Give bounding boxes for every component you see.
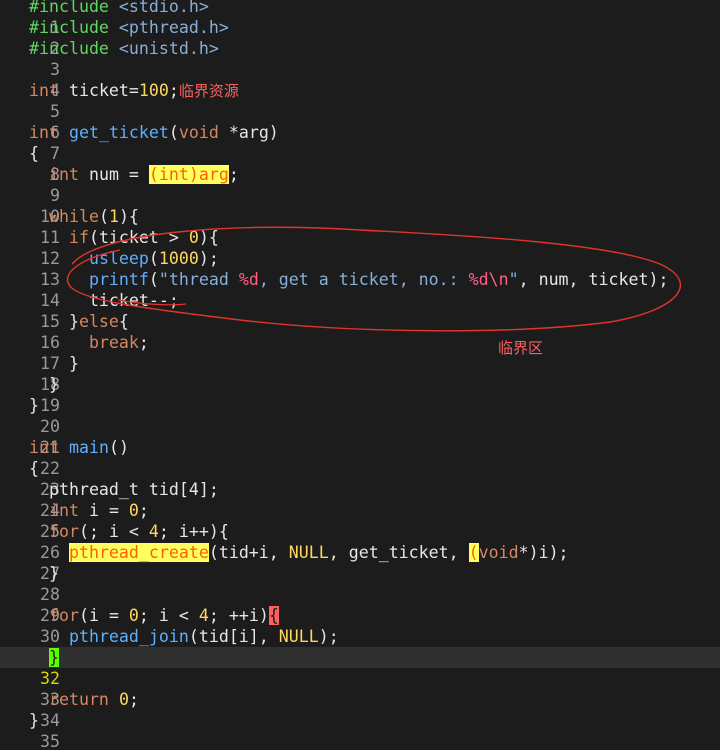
code-line[interactable]: 17 break; xyxy=(0,332,720,373)
line-code: while(1){ xyxy=(48,207,139,226)
code-line[interactable]: 19 } xyxy=(0,374,720,415)
code-line[interactable]: 10 xyxy=(0,185,720,226)
line-number: 35 xyxy=(39,732,60,750)
line-code: for(; i < 4; i++){ xyxy=(48,522,229,541)
code-line[interactable]: 1 #include <stdio.h> xyxy=(0,0,720,37)
code-line[interactable]: 7 int get_ticket(void *arg) xyxy=(0,122,720,163)
code-editor[interactable]: 1 #include <stdio.h> 2 #include <pthread… xyxy=(0,0,720,750)
line-code: int ticket=100;临界资源 xyxy=(29,81,239,100)
code-line[interactable]: 27 pthread_create(tid+i, NULL, get_ticke… xyxy=(0,542,720,583)
code-line[interactable]: 29 xyxy=(0,584,720,625)
matching-brace: { xyxy=(268,606,279,625)
code-line[interactable]: 8 { xyxy=(0,143,720,184)
code-line[interactable]: 13 usleep(1000); xyxy=(0,248,720,289)
code-line[interactable]: 26 for(; i < 4; i++){ xyxy=(0,521,720,562)
code-line[interactable]: 25 int i = 0; xyxy=(0,500,720,541)
line-code: { xyxy=(29,459,39,478)
code-line[interactable]: 2 #include <pthread.h> xyxy=(0,17,720,58)
code-line[interactable]: 23 { xyxy=(0,458,720,499)
line-code: int main() xyxy=(29,438,129,457)
code-line[interactable]: 16 }else{ xyxy=(0,311,720,352)
line-code: #include <pthread.h> xyxy=(29,18,229,37)
line-code: for(i = 0; i < 4; ++i){ xyxy=(48,606,279,625)
line-code: }else{ xyxy=(29,312,129,331)
code-line[interactable]: 20 } xyxy=(0,395,720,436)
line-code: } xyxy=(29,647,59,668)
line-code: int num = (int)arg; xyxy=(48,165,239,184)
code-line[interactable]: 12 if(ticket > 0){ xyxy=(0,227,720,268)
code-line[interactable]: 33 xyxy=(0,668,720,709)
code-line[interactable]: 24 pthread_t tid[4]; xyxy=(0,479,720,520)
line-code: } xyxy=(29,354,79,373)
line-code: pthread_t tid[4]; xyxy=(29,480,219,499)
code-line[interactable]: 22 int main() xyxy=(0,437,720,478)
code-line[interactable]: 9 int num = (int)arg; xyxy=(0,164,720,205)
code-line[interactable]: 21 xyxy=(0,416,720,457)
search-highlight: (int)arg xyxy=(148,165,229,184)
code-line[interactable]: 18 } xyxy=(0,353,720,394)
line-code: int get_ticket(void *arg) xyxy=(29,123,279,142)
code-line[interactable]: 35 } xyxy=(0,710,720,750)
code-line[interactable]: 15 ticket--; xyxy=(0,290,720,331)
line-code: { xyxy=(29,144,39,163)
cursor: } xyxy=(48,648,59,667)
line-code: } xyxy=(29,375,59,394)
line-code: printf("thread %d, get a ticket, no.: %d… xyxy=(88,270,669,289)
line-code: #include <unistd.h> xyxy=(29,39,219,58)
code-line-current[interactable]: 32 } xyxy=(0,647,720,688)
line-code: return 0; xyxy=(48,690,139,709)
code-line[interactable]: 11 while(1){ xyxy=(0,206,720,247)
line-code: pthread_create(tid+i, NULL, get_ticket, … xyxy=(68,543,569,562)
line-code: ticket--; xyxy=(29,291,179,310)
critical-section-label: 临界区 xyxy=(498,339,544,357)
line-code: if(ticket > 0){ xyxy=(68,228,219,247)
code-line[interactable]: 14 printf("thread %d, get a ticket, no.:… xyxy=(0,269,720,310)
critical-resource-note: 临界资源 xyxy=(178,82,239,100)
search-highlight: ( xyxy=(468,543,479,562)
line-code: } xyxy=(29,711,39,730)
code-line[interactable]: 28 } xyxy=(0,563,720,604)
code-line[interactable]: 5 int ticket=100;临界资源 xyxy=(0,80,720,121)
code-line[interactable]: 3 #include <unistd.h> xyxy=(0,38,720,79)
code-line[interactable]: 4 xyxy=(0,59,720,100)
line-code: } xyxy=(29,396,39,415)
code-line[interactable]: 31 pthread_join(tid[i], NULL); xyxy=(0,626,720,667)
code-line[interactable]: 34 return 0; xyxy=(0,689,720,730)
line-code: usleep(1000); xyxy=(88,249,219,268)
line-code: } xyxy=(29,564,59,583)
line-code: break; xyxy=(88,333,149,352)
line-code: #include <stdio.h> xyxy=(29,0,209,16)
code-line[interactable]: 6 xyxy=(0,101,720,142)
line-code: pthread_join(tid[i], NULL); xyxy=(68,627,339,646)
line-code: int i = 0; xyxy=(48,501,149,520)
search-highlight: pthread_create xyxy=(68,543,209,562)
code-line[interactable]: 30 for(i = 0; i < 4; ++i){ xyxy=(0,605,720,646)
